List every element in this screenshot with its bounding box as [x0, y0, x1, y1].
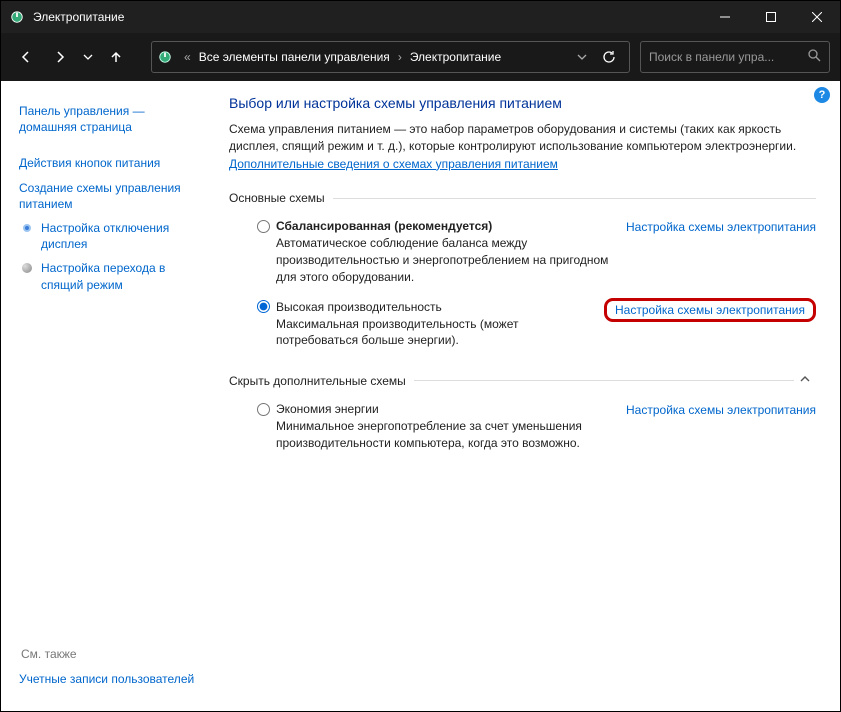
minimize-button[interactable] — [702, 1, 748, 33]
plan-eco: Экономия энергии Минимальное энергопотре… — [229, 398, 816, 454]
window-controls — [702, 1, 840, 33]
plan-eco-radio[interactable] — [257, 403, 270, 416]
search-bar — [640, 41, 830, 73]
chevron-right-icon: › — [394, 50, 406, 64]
page-title: Выбор или настройка схемы управления пит… — [229, 95, 816, 111]
plan-eco-desc: Минимальное энергопотребление за счет ум… — [276, 418, 618, 452]
up-button[interactable] — [101, 42, 131, 72]
navbar: « Все элементы панели управления › Элект… — [1, 33, 840, 81]
sleep-icon — [19, 260, 35, 276]
content-area: ? Панель управления — домашняя страница … — [1, 81, 840, 711]
plan-high-name: Высокая производительность — [276, 300, 442, 314]
plan-high-radio[interactable] — [257, 300, 270, 313]
see-also-label: См. также — [21, 647, 205, 661]
sidebar-item-display-off[interactable]: Настройка отключения дисплея — [41, 220, 205, 252]
recent-dropdown[interactable] — [79, 42, 97, 72]
plan-balanced-desc: Автоматическое соблюдение баланса между … — [276, 235, 618, 285]
maximize-button[interactable] — [748, 1, 794, 33]
page-description: Схема управления питанием — это набор па… — [229, 121, 816, 173]
plan-balanced: Сбалансированная (рекомендуется) Автомат… — [229, 215, 816, 287]
power-options-icon — [158, 49, 174, 65]
forward-button[interactable] — [45, 42, 75, 72]
back-button[interactable] — [11, 42, 41, 72]
plan-eco-config-link[interactable]: Настройка схемы электропитания — [626, 403, 816, 417]
breadcrumb-power[interactable]: Электропитание — [406, 50, 505, 64]
collapse-icon[interactable] — [794, 373, 816, 388]
section-hide-additional[interactable]: Скрыть дополнительные схемы — [229, 373, 816, 392]
highlighted-config-link: Настройка схемы электропитания — [604, 298, 816, 322]
sidebar-item-create-plan[interactable]: Создание схемы управления питанием — [19, 180, 205, 212]
power-options-icon — [9, 9, 25, 25]
plan-high-desc: Максимальная производительность (может п… — [276, 316, 596, 350]
section-basic-plans: Основные схемы — [229, 191, 816, 209]
sidebar-user-accounts-link[interactable]: Учетные записи пользователей — [19, 671, 194, 687]
control-panel-home-link[interactable]: Панель управления — домашняя страница — [19, 103, 205, 135]
plan-high: Высокая производительность Максимальная … — [229, 296, 816, 352]
plan-high-config-link[interactable]: Настройка схемы электропитания — [615, 303, 805, 317]
close-button[interactable] — [794, 1, 840, 33]
breadcrumb-all-items[interactable]: Все элементы панели управления — [195, 50, 394, 64]
address-dropdown[interactable] — [569, 52, 595, 62]
refresh-button[interactable] — [595, 50, 623, 64]
more-info-link[interactable]: Дополнительные сведения о схемах управле… — [229, 157, 558, 171]
plan-balanced-config-link[interactable]: Настройка схемы электропитания — [626, 220, 816, 234]
plan-balanced-radio[interactable] — [257, 220, 270, 233]
search-input[interactable] — [649, 50, 807, 64]
titlebar: Электропитание — [1, 1, 840, 33]
plan-eco-name: Экономия энергии — [276, 402, 379, 416]
plan-balanced-name: Сбалансированная (рекомендуется) — [276, 219, 492, 233]
sidebar-item-sleep[interactable]: Настройка перехода в спящий режим — [41, 260, 205, 292]
main-panel: Выбор или настройка схемы управления пит… — [211, 81, 840, 711]
display-off-icon — [19, 220, 35, 236]
address-bar[interactable]: « Все элементы панели управления › Элект… — [151, 41, 630, 73]
breadcrumb-prefix: « — [180, 50, 195, 64]
help-icon[interactable]: ? — [814, 87, 830, 103]
search-icon[interactable] — [807, 48, 821, 67]
window: Электропитание — [0, 0, 841, 712]
sidebar: Панель управления — домашняя страница Де… — [1, 81, 211, 711]
sidebar-item-button-actions[interactable]: Действия кнопок питания — [19, 155, 160, 171]
window-title: Электропитание — [33, 10, 702, 24]
